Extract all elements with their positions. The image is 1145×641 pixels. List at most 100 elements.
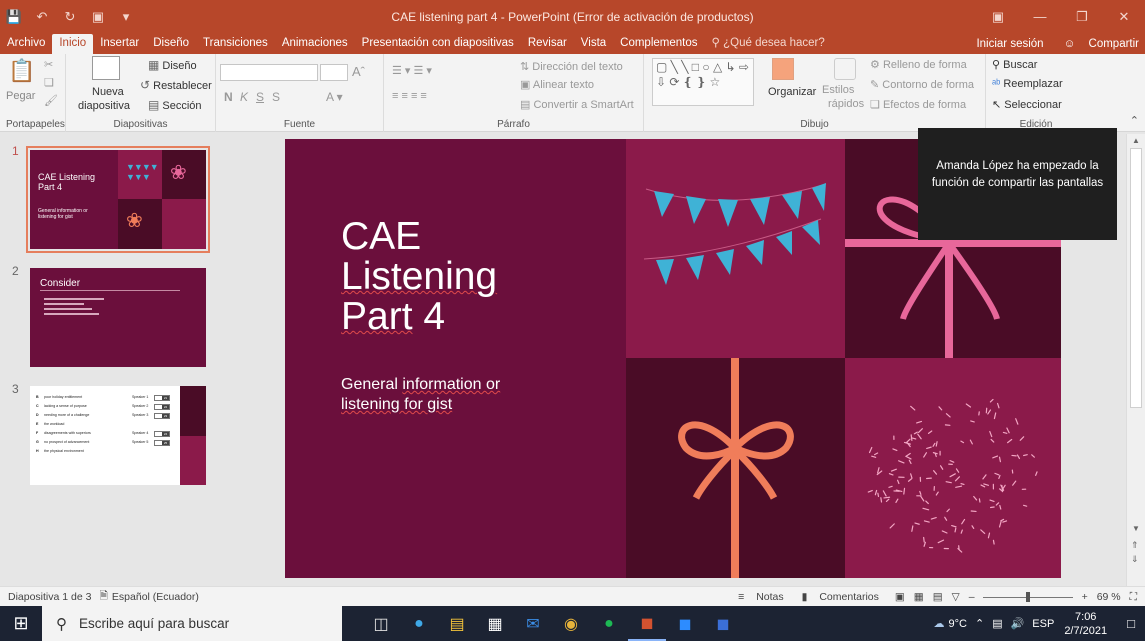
powerpoint-icon[interactable]: ◼ [628,606,666,641]
tell-me-search[interactable]: ⚲ ¿Qué desea hacer? [705,34,832,54]
tab-archivo[interactable]: Archivo [0,34,52,54]
share-button[interactable]: ☺ Compartir [1054,38,1139,50]
minimize-icon[interactable]: — [1019,0,1061,34]
layout-button[interactable]: ▦ Diseño [148,58,197,72]
weather-icon[interactable]: ☁ [934,617,945,630]
shapes-gallery[interactable]: ▢ ╲ ╲ □ ○ △ ↳ ⇨ ⇩ ⟳ ❴ ❵ ☆ [652,58,754,106]
tab-diseno[interactable]: Diseño [146,34,196,54]
store-icon[interactable]: ▦ [476,606,514,641]
notifications-icon[interactable]: □ [1127,616,1135,631]
replace-button[interactable]: ᵃᵇ Reemplazar [992,78,1063,90]
format-painter-icon[interactable]: 🖌 [44,94,58,107]
paste-button[interactable]: Pegar [6,90,35,102]
bullets-icon[interactable]: ☰ ▾ ☰ ▾ [392,64,432,77]
shape-effects-button[interactable]: ❏ Efectos de forma [870,98,966,111]
zoom-slider[interactable] [982,591,1073,602]
tab-inicio[interactable]: Inicio [52,34,94,54]
zoom-slider-knob[interactable] [1025,591,1030,602]
chrome-icon[interactable]: ◉ [552,606,590,641]
undo-icon[interactable]: ↶ [28,9,56,25]
spotify-icon[interactable]: ● [590,606,628,641]
slide-sorter-icon[interactable]: ▦ [914,591,924,603]
scrollbar-thumb[interactable] [1130,148,1142,408]
collapse-ribbon-icon[interactable]: ⌃ [1130,114,1139,127]
reset-button[interactable]: ↺ Restablecer [140,78,212,92]
grow-font-icon[interactable]: Aˆ [352,64,365,79]
tab-insertar[interactable]: Insertar [93,34,146,54]
slide-title[interactable]: CAE Listening Part 4 [341,217,591,337]
comments-button[interactable]: ▮ Comentarios [793,591,879,603]
scroll-down-icon[interactable]: ▼ [1132,524,1140,533]
input-language[interactable]: ESP [1032,618,1054,630]
taskbar-search[interactable]: ⚲ Escribe aquí para buscar [42,606,342,641]
tab-transiciones[interactable]: Transiciones [196,34,275,54]
new-slide-label-2[interactable]: diapositiva [78,100,130,112]
network-icon[interactable]: ▤ [992,617,1002,630]
zoom-level[interactable]: 69 % [1097,591,1121,603]
slide-thumbnail-1[interactable]: ▼▼▼▼ ▼▼▼ ❀ ❀ CAE Listening Part 4 Genera… [26,146,210,253]
slide-thumbnail-2[interactable]: Consider [30,268,206,367]
arrange-button[interactable]: Organizar [768,86,816,98]
normal-view-icon[interactable]: ▣ [895,591,905,603]
maximize-icon[interactable]: ❐ [1061,0,1103,34]
volume-icon[interactable]: 🔊 [1011,617,1025,630]
zoom-in-icon[interactable]: + [1082,591,1088,603]
font-name-input[interactable] [220,64,318,81]
italic-button[interactable]: K [240,90,248,104]
select-button[interactable]: ↖ Seleccionar [992,98,1062,111]
edge-icon[interactable]: ● [400,606,438,641]
fit-slide-icon[interactable]: ⛶ [1130,591,1137,604]
arrange-icon[interactable] [772,58,794,80]
next-slide-icon[interactable]: ⇓ [1131,554,1139,565]
tab-presentacion[interactable]: Presentación con diapositivas [355,34,521,54]
weather-temp[interactable]: 9°C [949,618,967,630]
shape-outline-button[interactable]: ✎ Contorno de forma [870,78,974,91]
slide-thumbnail-3[interactable]: Bpoor holiday entitlement Speaker 1 21 Clac… [30,386,206,485]
tab-revisar[interactable]: Revisar [521,34,574,54]
font-size-input[interactable] [320,64,348,81]
quick-styles-icon[interactable] [834,58,856,80]
close-icon[interactable]: ✕ [1103,0,1145,34]
clock[interactable]: 7:06 2/7/2021 [1064,610,1107,638]
mail-icon[interactable]: ✉ [514,606,552,641]
tab-vista[interactable]: Vista [574,34,613,54]
zoom-out-icon[interactable]: – [969,591,975,603]
align-text-button[interactable]: ▣ Alinear texto [520,78,594,91]
paste-icon[interactable]: 📋 [8,58,35,84]
task-view-icon[interactable]: ◫ [362,606,400,641]
tab-animaciones[interactable]: Animaciones [275,34,355,54]
find-button[interactable]: ⚲ Buscar [992,58,1037,71]
notes-button[interactable]: ≡ Notas [729,591,784,603]
font-color-icon[interactable]: A ▾ [326,90,343,104]
save-icon[interactable]: 💾 [0,9,28,25]
signin-link[interactable]: Iniciar sesión [976,38,1043,50]
reading-view-icon[interactable]: ▤ [933,591,943,603]
tab-complementos[interactable]: Complementos [613,34,704,54]
bold-button[interactable]: N [224,90,233,104]
strike-button[interactable]: S [272,90,280,104]
tray-expand-icon[interactable]: ⌃ [975,617,984,630]
smartart-button[interactable]: ▤ Convertir a SmartArt [520,98,634,111]
word-icon[interactable]: ◼ [704,606,742,641]
windows-start-icon[interactable]: ⊞ [0,606,42,641]
cut-icon[interactable]: ✂ [44,58,53,71]
section-button[interactable]: ▤ Sección [148,98,202,112]
ribbon-display-icon[interactable]: ▣ [977,0,1019,34]
spellcheck-icon[interactable]: 🗎 [99,588,107,606]
align-icons[interactable]: ≡ ≡ ≡ ≡ [392,90,427,102]
customize-icon[interactable]: ▾ [112,9,140,25]
new-slide-icon[interactable] [92,56,120,80]
slideshow-icon[interactable]: ▽ [952,591,960,603]
language-indicator[interactable]: Español (Ecuador) [112,591,199,603]
present-icon[interactable]: ▣ [84,9,112,25]
file-explorer-icon[interactable]: ▤ [438,606,476,641]
scroll-up-icon[interactable]: ▲ [1132,136,1140,145]
underline-button[interactable]: S [256,90,264,104]
copy-icon[interactable]: ❏ [44,76,54,89]
quick-styles-label-2[interactable]: rápidos [828,98,864,110]
zoom-icon[interactable]: ◼ [666,606,704,641]
slide-subtitle[interactable]: General information or listening for gis… [341,375,551,415]
text-direction-button[interactable]: ⇅ Dirección del texto [520,60,623,73]
shape-fill-button[interactable]: ⚙ Relleno de forma [870,58,967,71]
vertical-scrollbar[interactable]: ▲ ▼ ⇑ ⇓ [1126,134,1145,586]
